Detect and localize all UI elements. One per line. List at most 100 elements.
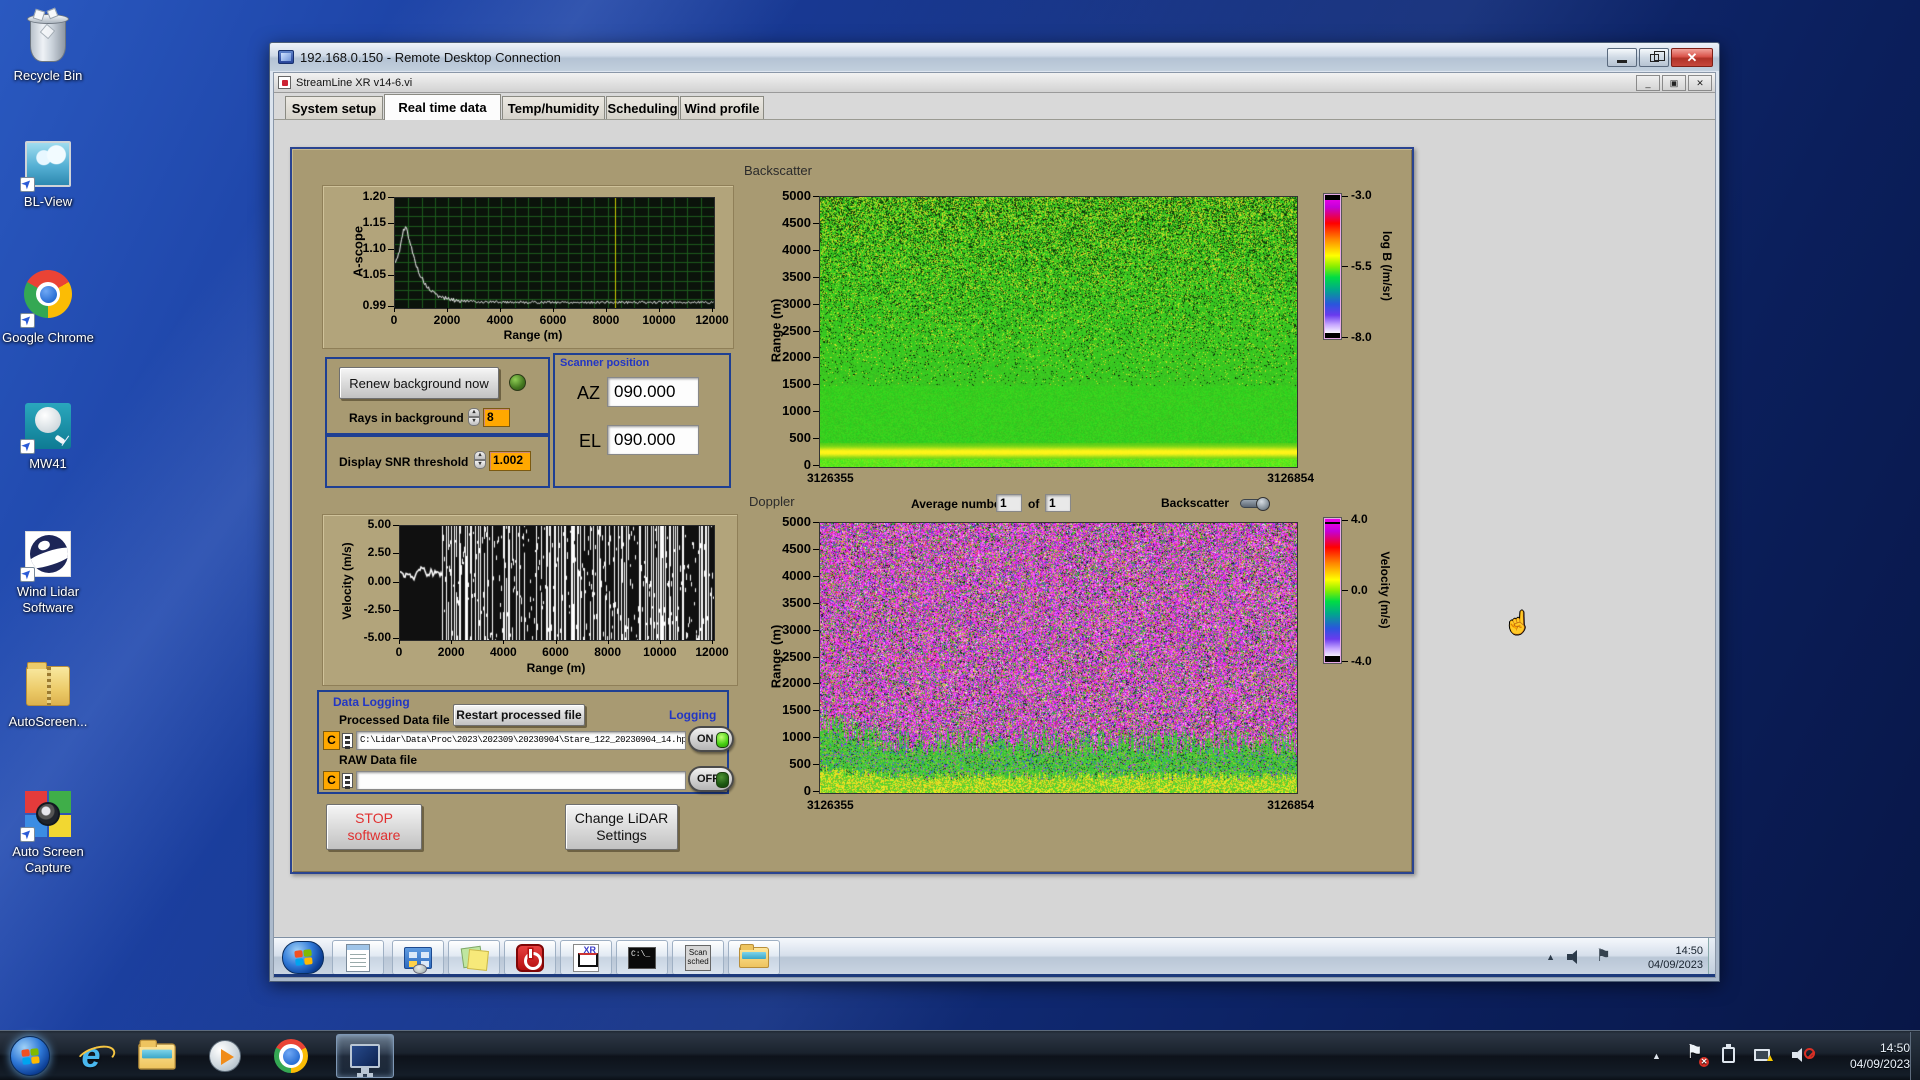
bl-view-icon: ➤ (20, 138, 74, 192)
data-logging-title: Data Logging (333, 695, 410, 709)
raw-path-field[interactable] (356, 771, 686, 790)
tick-label: 10000 (642, 313, 676, 327)
rays-value-field[interactable]: 8 (483, 408, 510, 427)
host-taskbar-wmp-button[interactable] (196, 1034, 254, 1078)
doppler-x-end-label: 3126854 (1267, 798, 1314, 812)
session-taskbar-xr-button[interactable]: XR (560, 940, 612, 975)
host-start-button[interactable] (10, 1036, 50, 1076)
tick-label: 4000 (782, 241, 811, 257)
host-tray-expand-icon[interactable]: ▲ (1652, 1051, 1661, 1061)
ascope-graph: A-scope Range (m) 1.20 1.15 1.10 1.05 0.99 0 2… (322, 185, 734, 349)
host-tray-device-icon[interactable]: ▲ (1754, 1049, 1775, 1064)
tab-wind-profile[interactable]: Wind profile (680, 96, 764, 119)
change-lidar-settings-button[interactable]: Change LiDAR Settings (565, 804, 678, 850)
doppler-colorbar-label: Velocity (m/s) (1378, 551, 1392, 629)
processed-drive-selector[interactable]: C (323, 731, 340, 750)
az-value-field[interactable]: 090.000 (607, 377, 699, 407)
desktop-icon-mw41[interactable]: ➤ MW41 (2, 400, 94, 472)
tick-label: 8000 (594, 645, 621, 659)
tick-label: 500 (789, 430, 811, 446)
processed-logging-toggle-on[interactable]: ON (688, 726, 734, 752)
session-taskbar-config-button[interactable] (392, 940, 444, 975)
session-taskbar-scan-button[interactable]: Scan sched (672, 940, 724, 975)
host-tray-speaker-muted-icon[interactable] (1792, 1048, 1815, 1062)
tick-label: 4000 (486, 313, 514, 327)
restore-button[interactable] (1639, 48, 1669, 67)
az-label: AZ (577, 383, 601, 403)
tick-label: 0.00 (367, 573, 391, 588)
el-value-field[interactable]: 090.000 (607, 425, 699, 455)
session-taskbar-folder-button[interactable] (728, 940, 780, 975)
tick-label: 4000 (782, 567, 811, 583)
host-taskbar-chrome-button[interactable] (262, 1034, 320, 1078)
tick-label: 500 (789, 756, 811, 772)
sticky-notes-icon (460, 945, 488, 971)
tick-label: 0.99 (362, 298, 386, 312)
raw-data-file-label: RAW Data file (339, 753, 418, 767)
streamline-xr-icon: XR (573, 943, 599, 972)
host-tray-flag-icon[interactable]: ⚑ ✕ (1686, 1041, 1710, 1067)
backscatter-heatmap-plot (819, 196, 1298, 468)
tick-label: 2000 (433, 313, 461, 327)
rdp-window-icon (278, 50, 294, 64)
session-tray-speaker-icon[interactable] (1567, 950, 1583, 964)
raw-browse-icon[interactable] (342, 773, 353, 788)
control-panel-icon (404, 946, 432, 974)
stop-software-button[interactable]: STOP software (326, 804, 422, 850)
host-show-desktop-button[interactable] (1910, 1032, 1920, 1080)
shortcut-arrow-icon: ➤ (19, 438, 35, 454)
snr-value-field[interactable]: 1.002 (489, 451, 531, 471)
remote-session: StreamLine XR v14-6.vi _ ▣ ✕ System setu… (273, 72, 1716, 978)
desktop-icon-bl-view[interactable]: ➤ BL-View (2, 138, 94, 210)
snr-spinner[interactable]: ▴ ▾ (474, 451, 486, 469)
tick-label: 8000 (592, 313, 620, 327)
processed-browse-icon[interactable] (342, 733, 353, 748)
raw-logging-toggle-off[interactable]: OFF (688, 766, 734, 792)
desktop-icon-wind-lidar[interactable]: ➤ Wind Lidar Software (2, 528, 94, 617)
session-taskbar: XR C:\_ Scan sched ▲ ⚑ 14:50 04/09/2023 (274, 937, 1715, 977)
desktop-icon-label: AutoScreen... (8, 714, 88, 729)
tick-label: 2000 (437, 645, 465, 659)
desktop-icon-google-chrome[interactable]: ➤ Google Chrome (2, 268, 94, 346)
desktop-icon-recycle-bin[interactable]: Recycle Bin (2, 7, 94, 84)
session-tray-expand-icon[interactable]: ▲ (1546, 952, 1555, 962)
host-clock[interactable]: 14:50 04/09/2023 (1826, 1040, 1910, 1072)
session-taskbar-power-button[interactable] (504, 940, 556, 975)
close-button[interactable]: ✕ (1671, 48, 1713, 67)
rays-spinner[interactable]: ▴ ▾ (468, 408, 480, 426)
session-taskbar-notepad-button[interactable] (332, 940, 384, 975)
processed-path-field[interactable]: C:\Lidar\Data\Proc\2023\202309\20230904\… (356, 731, 686, 750)
app-restore-button[interactable]: ▣ (1662, 75, 1686, 91)
mute-badge (1804, 1048, 1815, 1059)
app-minimize-button[interactable]: _ (1636, 75, 1660, 91)
backscatter-x-start-label: 3126355 (807, 471, 854, 485)
rdp-monitor-icon (350, 1044, 380, 1074)
session-taskbar-notes-button[interactable] (448, 940, 500, 975)
session-start-button[interactable] (282, 941, 324, 974)
app-titlebar[interactable]: StreamLine XR v14-6.vi _ ▣ ✕ (274, 73, 1715, 93)
session-tray-flag-icon[interactable]: ⚑ (1596, 946, 1611, 966)
tab-scheduling[interactable]: Scheduling (606, 96, 679, 119)
tab-temp-humidity[interactable]: Temp/humidity (502, 96, 605, 119)
desktop: Recycle Bin ➤ BL-View ➤ Google Chrome ➤ … (0, 0, 1920, 1080)
renew-background-button[interactable]: Renew background now (339, 367, 499, 399)
rdp-titlebar[interactable]: 192.168.0.150 - Remote Desktop Connectio… (270, 43, 1719, 71)
host-taskbar-rdp-button[interactable] (336, 1034, 394, 1078)
host-taskbar-ie-button[interactable]: e (62, 1034, 120, 1078)
host-taskbar-explorer-button[interactable] (128, 1034, 186, 1078)
scan-scheduler-icon: Scan sched (685, 944, 711, 971)
desktop-icon-auto-screen-capture[interactable]: ➤ Auto Screen Capture (2, 788, 94, 877)
minimize-button[interactable] (1607, 48, 1637, 67)
session-clock[interactable]: 14:50 04/09/2023 (1648, 944, 1703, 973)
tab-system-setup[interactable]: System setup (285, 96, 383, 119)
auto-screen-capture-icon: ➤ (20, 788, 74, 842)
session-taskbar-cmd-button[interactable]: C:\_ (616, 940, 668, 975)
restart-processed-file-button[interactable]: Restart processed file (453, 704, 585, 726)
raw-drive-selector[interactable]: C (323, 771, 340, 790)
backscatter-colorbar-label: log B (/m/sr) (1380, 230, 1394, 301)
tab-real-time-data[interactable]: Real time data (384, 94, 501, 120)
desktop-icon-autoscreen-zip[interactable]: AutoScreen... (2, 658, 94, 730)
session-show-desktop-button[interactable] (1708, 938, 1715, 974)
app-close-button[interactable]: ✕ (1688, 75, 1712, 91)
host-tray-battery-icon[interactable] (1722, 1044, 1735, 1063)
